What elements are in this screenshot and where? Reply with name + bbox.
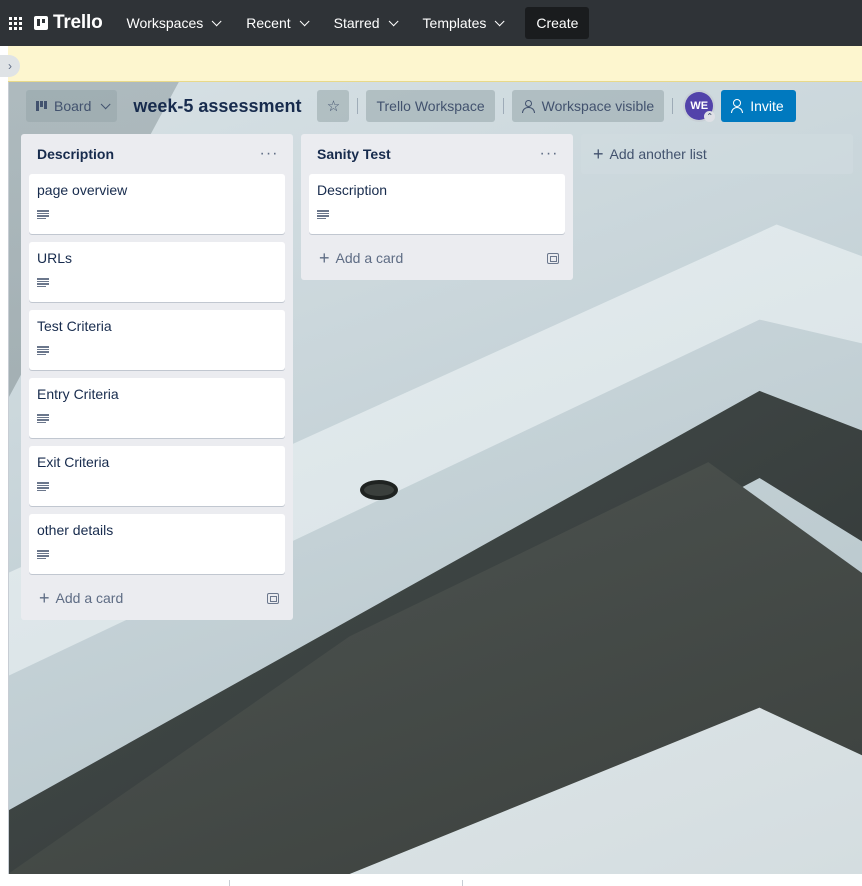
top-navigation-bar: Trello Workspaces Recent Starred Templat… [0,0,862,46]
board-title[interactable]: week-5 assessment [123,96,311,117]
list-sanity-test[interactable]: Sanity Test ··· Description + Add a card [301,134,573,280]
description-lines-icon [317,210,329,219]
starred-menu-label: Starred [333,15,380,31]
header-divider [502,98,504,114]
card-title: URLs [37,250,73,266]
card-description[interactable]: Description [309,174,565,234]
workspace-button[interactable]: Trello Workspace [366,90,495,122]
card-title: Test Criteria [37,318,112,334]
workspaces-menu[interactable]: Workspaces [116,7,228,39]
visibility-button[interactable]: Workspace visible [511,90,665,122]
card-title: Description [317,182,388,198]
chevron-down-icon [495,15,505,26]
card-entry-criteria[interactable]: Entry Criteria [29,378,285,438]
workspace-visible-icon [521,99,535,113]
add-card-label: Add a card [55,590,124,606]
card-title: other details [37,522,114,538]
card-other-details[interactable]: other details [29,514,285,574]
plus-icon: + [39,588,50,608]
description-lines-icon [37,210,49,219]
invite-label: Invite [750,98,784,114]
card-exit-criteria[interactable]: Exit Criteria [29,446,285,506]
add-list-button[interactable]: + Add another list [581,134,853,174]
workspaces-menu-label: Workspaces [126,15,204,31]
recent-menu-label: Recent [246,15,291,31]
list-header: Sanity Test ··· [309,134,565,174]
add-list-label: Add another list [609,146,707,162]
list-title[interactable]: Description [37,146,114,162]
templates-menu-label: Templates [422,15,487,31]
star-board-button[interactable]: ☆ [317,90,350,122]
description-lines-icon [37,278,49,287]
create-button[interactable]: Create [525,7,590,39]
star-icon: ☆ [326,98,341,115]
board-view-switcher[interactable]: Board [26,90,118,122]
templates-menu[interactable]: Templates [413,7,512,39]
trello-logo-text: Trello [53,12,103,33]
chevron-down-icon [388,15,399,26]
header-divider [672,98,674,114]
sidebar-divider [8,82,9,874]
add-card-button[interactable]: + Add a card [29,580,285,616]
header-divider [357,98,359,114]
list-description[interactable]: Description ··· page overview URLs Test … [21,134,293,620]
divider [229,880,230,886]
chevron-right-icon: › [8,59,12,73]
plus-icon: + [593,144,604,164]
list-header: Description ··· [29,134,285,174]
trello-logo[interactable]: Trello [34,12,103,34]
add-person-icon [731,99,745,113]
starred-menu[interactable]: Starred [324,7,405,39]
bottom-scrollbar-area [0,874,862,886]
add-card-label: Add a card [335,250,404,266]
list-title[interactable]: Sanity Test [317,146,391,162]
card-template-icon[interactable] [547,252,559,264]
trello-logo-icon [34,16,48,30]
card-title: page overview [37,182,128,198]
plus-icon: + [319,248,330,268]
description-lines-icon [37,414,49,423]
card-page-overview[interactable]: page overview [29,174,285,234]
chevron-down-icon [211,15,222,26]
invite-button[interactable]: Invite [721,90,796,122]
more-horizontal-icon[interactable]: ··· [257,145,281,163]
member-avatar[interactable]: WE ⌃ [685,92,716,122]
chevron-down-icon [101,98,111,109]
description-lines-icon [37,550,49,559]
card-template-icon[interactable] [267,592,279,604]
notification-banner [8,46,862,82]
card-test-criteria[interactable]: Test Criteria [29,310,285,370]
description-lines-icon [37,482,49,491]
recent-menu[interactable]: Recent [236,7,315,39]
board-view-icon [36,101,48,111]
chevron-down-icon [299,15,310,26]
card-title: Exit Criteria [37,454,110,470]
divider [462,880,463,886]
apps-grid-icon[interactable] [2,0,28,46]
description-lines-icon [37,346,49,355]
avatar-initials: WE [690,100,709,112]
more-horizontal-icon[interactable]: ··· [537,145,561,163]
board-view-label: Board [54,98,92,114]
card-urls[interactable]: URLs [29,242,285,302]
admin-badge-icon: ⌃ [704,111,716,122]
card-title: Entry Criteria [37,386,119,402]
board-header: Board week-5 assessment ☆ Trello Workspa… [26,90,796,122]
visibility-label: Workspace visible [541,98,655,114]
add-card-button[interactable]: + Add a card [309,240,565,276]
